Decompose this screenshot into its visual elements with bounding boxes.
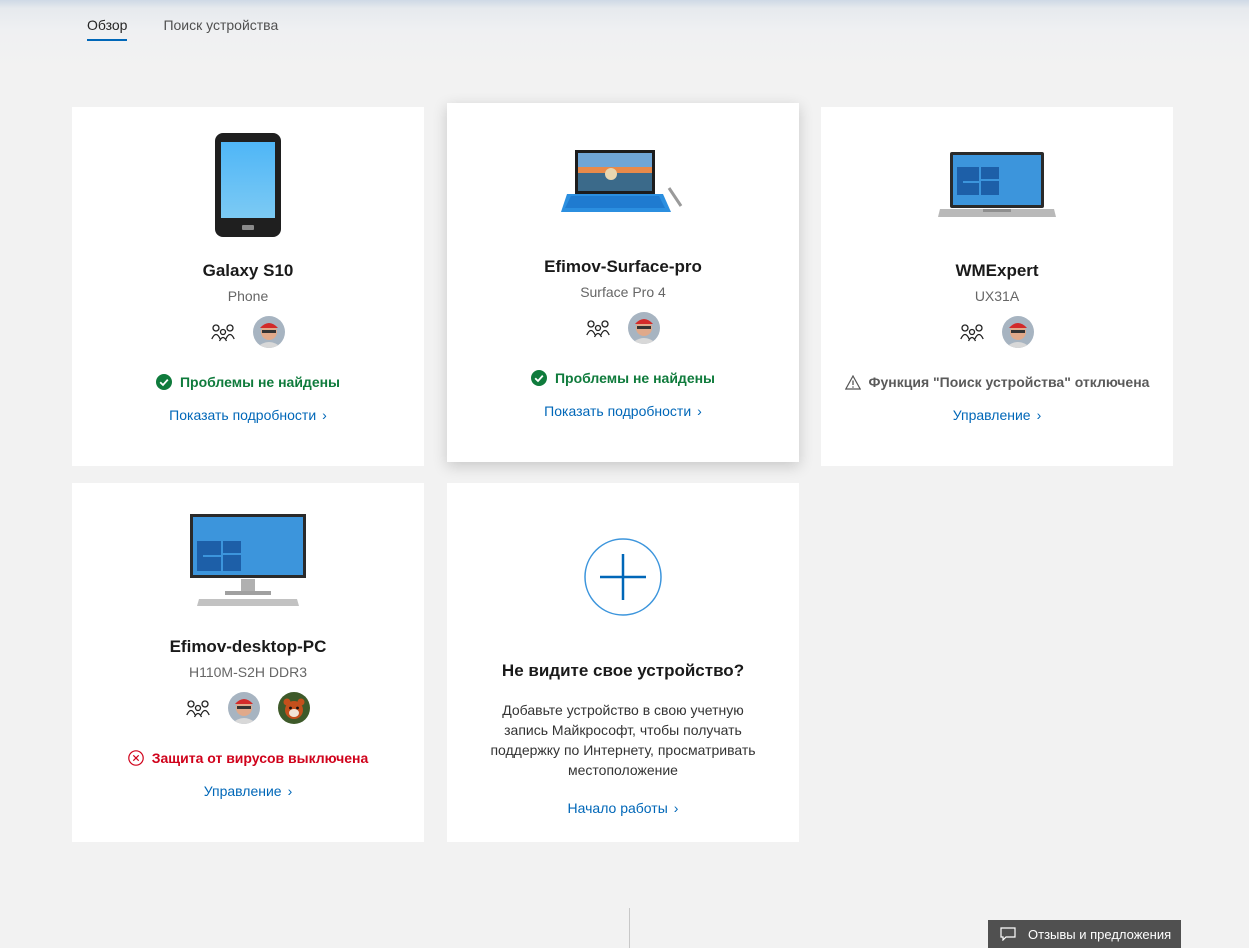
chevron-right-icon: › [673, 800, 679, 816]
device-model: Phone [227, 288, 269, 304]
device-status: Проблемы не найдены [447, 370, 799, 386]
surface-tablet-icon [447, 148, 799, 218]
family-group-icon[interactable] [211, 322, 235, 342]
tab-overview[interactable]: Обзор [87, 17, 128, 41]
device-model: UX31A [974, 288, 1020, 304]
error-circle-icon [127, 750, 144, 766]
device-model: H110M-S2H DDR3 [189, 664, 307, 680]
add-device-description: Добавьте устройство в свою учетную запис… [490, 702, 756, 778]
user-avatar[interactable] [1002, 316, 1034, 348]
family-group-icon[interactable] [186, 698, 210, 718]
device-name: Efimov-Surface-pro [544, 257, 702, 276]
add-device-title: Не видите свое устройство? [501, 661, 745, 680]
tab-find-device[interactable]: Поиск устройства [163, 17, 278, 41]
chevron-right-icon: › [697, 403, 702, 419]
manage-link[interactable]: Управление › [72, 783, 424, 799]
tab-bar: Обзор Поиск устройства [87, 17, 278, 41]
footer-divider [629, 908, 630, 948]
device-status: Функция "Поиск устройства" отключена [821, 374, 1173, 390]
device-card-efimov-desktop-pc[interactable]: Efimov-desktop-PC H110M-S2H DDR3 Защита … [72, 483, 424, 842]
check-circle-icon [155, 374, 172, 390]
status-text: Проблемы не найдены [554, 370, 716, 386]
status-text: Проблемы не найдены [179, 374, 341, 390]
check-circle-icon [530, 370, 547, 386]
family-group-icon[interactable] [586, 318, 610, 338]
device-users [72, 316, 424, 348]
manage-link[interactable]: Управление › [821, 407, 1173, 423]
second-user-avatar[interactable] [278, 692, 310, 724]
device-status: Защита от вирусов выключена [72, 750, 424, 766]
desktop-device-icon [72, 513, 424, 607]
show-details-link[interactable]: Показать подробности › [72, 407, 424, 423]
get-started-link[interactable]: Начало работы › [447, 800, 799, 816]
laptop-device-icon [821, 151, 1173, 219]
device-name: Galaxy S10 [202, 261, 294, 280]
device-users [821, 316, 1173, 348]
device-card-wmexpert[interactable]: WMExpert UX31A Функция "Поиск устройства… [821, 107, 1173, 466]
feedback-label: Отзывы и предложения [1028, 926, 1172, 942]
device-users [72, 692, 424, 724]
warning-icon [844, 374, 861, 390]
chevron-right-icon: › [1036, 407, 1042, 423]
device-card-efimov-surface-pro[interactable]: Efimov-Surface-pro Surface Pro 4 Проблем… [447, 103, 799, 462]
chevron-right-icon: › [322, 407, 327, 423]
device-status: Проблемы не найдены [72, 374, 424, 390]
status-text: Защита от вирусов выключена [151, 750, 369, 766]
device-model: Surface Pro 4 [580, 284, 666, 300]
add-circle-icon[interactable] [447, 538, 799, 616]
chevron-right-icon: › [287, 783, 293, 799]
family-group-icon[interactable] [960, 322, 984, 342]
feedback-chat-icon [1000, 927, 1016, 941]
add-device-card[interactable]: Не видите свое устройство? Добавьте устр… [447, 483, 799, 842]
status-text: Функция "Поиск устройства" отключена [868, 374, 1150, 390]
user-avatar[interactable] [628, 312, 660, 344]
device-name: Efimov-desktop-PC [169, 637, 327, 656]
device-card-galaxy-s10[interactable]: Galaxy S10 Phone Проблемы не найдены Пок… [72, 107, 424, 466]
device-users [447, 312, 799, 344]
user-avatar[interactable] [253, 316, 285, 348]
device-name: WMExpert [955, 261, 1039, 280]
show-details-link[interactable]: Показать подробности › [447, 403, 799, 419]
phone-device-icon [72, 132, 424, 238]
feedback-button[interactable]: Отзывы и предложения [988, 920, 1181, 948]
user-avatar[interactable] [228, 692, 260, 724]
